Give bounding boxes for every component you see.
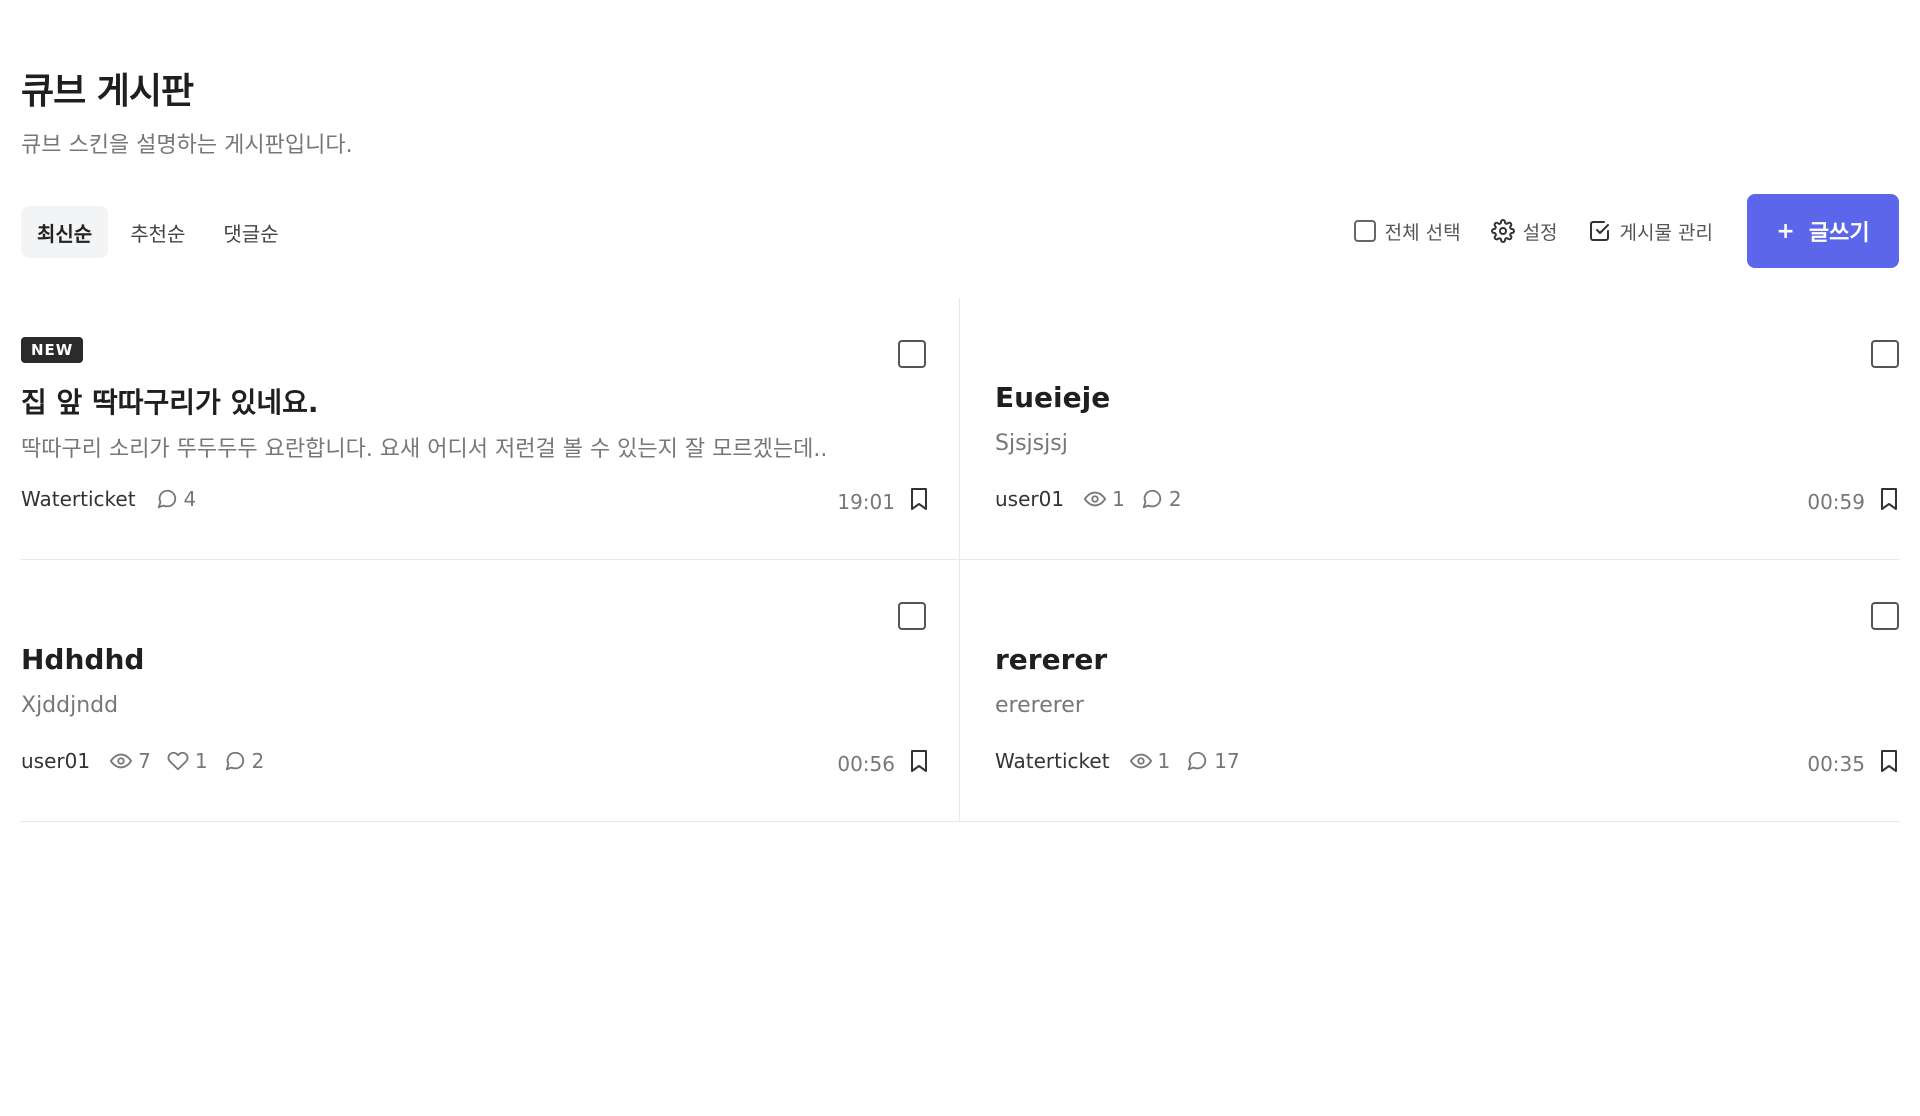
- post-author[interactable]: user01: [995, 487, 1064, 511]
- comment-count-value: 17: [1214, 749, 1240, 773]
- post-excerpt: Xjddjndd: [21, 693, 119, 718]
- post-time-area: 19:01: [837, 487, 929, 516]
- comment-count-value: 4: [183, 487, 197, 511]
- post-time-area: 00:56: [837, 749, 929, 778]
- post-select-checkbox[interactable]: [898, 340, 926, 368]
- post-title[interactable]: Hdhdhd: [21, 643, 144, 676]
- like-count: 1: [167, 749, 208, 773]
- comment-count-value: 2: [1168, 487, 1182, 511]
- post-time-area: 00:35: [1807, 749, 1899, 778]
- comment-count: 2: [1141, 487, 1182, 511]
- post-card[interactable]: rererer erererer Waterticket 1 17 00:35: [960, 560, 1899, 822]
- bookmark-icon[interactable]: [909, 749, 929, 778]
- like-count-value: 1: [194, 749, 208, 773]
- post-select-checkbox[interactable]: [1871, 602, 1899, 630]
- eye-icon: [110, 750, 133, 772]
- new-badge: NEW: [21, 337, 84, 363]
- post-meta: Waterticket 4: [21, 487, 212, 511]
- post-excerpt: 딱따구리 소리가 뚜두두두 요란합니다. 요새 어디서 저런걸 볼 수 있는지 …: [21, 437, 828, 462]
- settings-label: 설정: [1522, 221, 1558, 244]
- comment-icon: [156, 488, 178, 510]
- post-time: 19:01: [837, 489, 895, 514]
- post-title[interactable]: Eueieje: [995, 381, 1110, 414]
- post-card[interactable]: NEW 집 앞 딱따구리가 있네요. 딱따구리 소리가 뚜두두두 요란합니다. …: [21, 298, 960, 560]
- view-count-value: 1: [1112, 487, 1125, 511]
- comment-count: 4: [156, 487, 197, 511]
- gear-icon: [1490, 219, 1515, 243]
- view-count: 7: [110, 749, 151, 773]
- post-time: 00:56: [837, 751, 895, 776]
- select-all-label: 전체 선택: [1384, 221, 1461, 244]
- comment-count-value: 2: [251, 749, 265, 773]
- select-all-button[interactable]: 전체 선택: [1353, 218, 1461, 245]
- view-count-value: 1: [1157, 749, 1171, 773]
- post-select-checkbox[interactable]: [1871, 340, 1899, 368]
- bookmark-icon[interactable]: [909, 487, 929, 516]
- post-grid: NEW 집 앞 딱따구리가 있네요. 딱따구리 소리가 뚜두두두 요란합니다. …: [21, 298, 1899, 822]
- checkbox-icon: [1353, 219, 1377, 243]
- post-excerpt: Sjsjsjsj: [995, 431, 1068, 456]
- post-meta: Waterticket 1 17: [995, 749, 1256, 773]
- bookmark-icon[interactable]: [1879, 487, 1899, 516]
- view-count: 1: [1129, 749, 1171, 773]
- eye-icon: [1084, 488, 1107, 510]
- post-author[interactable]: user01: [21, 749, 90, 773]
- board-page: 큐브 게시판 큐브 스킨을 설명하는 게시판입니다. 최신순 추천순 댓글순 전…: [0, 0, 1920, 1116]
- post-card[interactable]: Hdhdhd Xjddjndd user01 7 1 2 00:56: [21, 560, 960, 822]
- post-meta: user01 1 2: [995, 487, 1198, 511]
- comment-icon: [1186, 750, 1208, 772]
- heart-icon: [167, 750, 189, 772]
- manage-posts-label: 게시물 관리: [1619, 221, 1713, 244]
- tab-recommended[interactable]: 추천순: [114, 206, 201, 258]
- comment-count: 2: [224, 749, 265, 773]
- post-select-checkbox[interactable]: [898, 602, 926, 630]
- write-button[interactable]: + 글쓰기: [1747, 194, 1899, 268]
- bookmark-icon[interactable]: [1879, 749, 1899, 778]
- comment-icon: [1141, 488, 1163, 510]
- post-time: 00:59: [1807, 489, 1865, 514]
- sort-tabs: 최신순 추천순 댓글순: [21, 206, 295, 258]
- tab-comments[interactable]: 댓글순: [207, 206, 294, 258]
- post-time-area: 00:59: [1807, 487, 1899, 516]
- post-title[interactable]: 집 앞 딱따구리가 있네요.: [21, 381, 318, 421]
- post-excerpt: erererer: [995, 693, 1084, 718]
- write-label: 글쓰기: [1808, 221, 1870, 246]
- settings-button[interactable]: 설정: [1490, 218, 1558, 245]
- view-count-value: 7: [138, 749, 151, 773]
- post-author[interactable]: Waterticket: [995, 749, 1110, 773]
- plus-icon: +: [1776, 218, 1795, 244]
- comment-icon: [224, 750, 246, 772]
- manage-posts-button[interactable]: 게시물 관리: [1588, 218, 1713, 245]
- post-time: 00:35: [1807, 751, 1865, 776]
- post-author[interactable]: Waterticket: [21, 487, 136, 511]
- eye-icon: [1129, 750, 1152, 772]
- page-description: 큐브 스킨을 설명하는 게시판입니다.: [21, 133, 353, 158]
- checkbox-checked-icon: [1588, 219, 1612, 243]
- view-count: 1: [1084, 487, 1125, 511]
- post-card[interactable]: Eueieje Sjsjsjsj user01 1 2 00:59: [960, 298, 1899, 560]
- board-toolbar: 최신순 추천순 댓글순 전체 선택 설정 게시물 관리 + 글쓰기: [21, 193, 1899, 269]
- post-meta: user01 7 1 2: [21, 749, 280, 773]
- comment-count: 17: [1186, 749, 1240, 773]
- post-title[interactable]: rererer: [995, 643, 1107, 676]
- board-tools: 전체 선택 설정 게시물 관리 + 글쓰기: [1353, 193, 1899, 269]
- page-title: 큐브 게시판: [21, 71, 194, 112]
- tab-latest[interactable]: 최신순: [21, 206, 109, 258]
